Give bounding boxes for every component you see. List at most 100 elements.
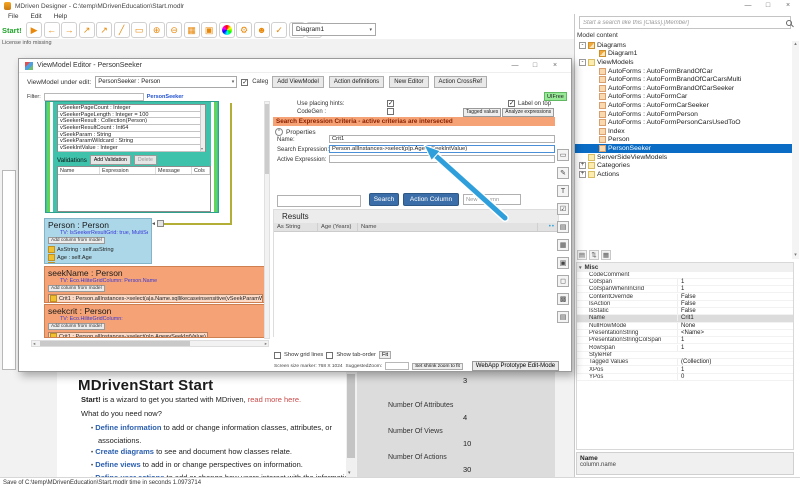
close-icon[interactable] bbox=[549, 61, 561, 71]
tree-item[interactable]: Index bbox=[575, 127, 793, 136]
tree-expander-icon[interactable]: + bbox=[579, 171, 586, 178]
property-row[interactable]: PresentationString <Name> bbox=[577, 330, 793, 337]
property-row[interactable]: IsAction False bbox=[577, 301, 793, 308]
tree-item[interactable]: AutoForms : AutoFormPersonCarsUsedToO bbox=[575, 118, 793, 127]
toolbar-button[interactable]: ☻ bbox=[254, 22, 270, 38]
tree-item[interactable]: + Categories bbox=[575, 161, 793, 170]
tab-order-checkbox[interactable] bbox=[326, 352, 333, 359]
start-page-scrollbar[interactable]: ▾ bbox=[346, 372, 356, 477]
category-collapse-icon[interactable] bbox=[579, 264, 582, 271]
minimize-icon[interactable] bbox=[742, 1, 754, 11]
property-row[interactable]: Name Crit1 bbox=[577, 315, 793, 322]
action-column-button[interactable]: Action Column bbox=[403, 193, 459, 206]
property-row[interactable]: PresentationStringColSpan 1 bbox=[577, 337, 793, 344]
datagrid-icon[interactable]: ▦ bbox=[557, 239, 569, 251]
toolbar-button[interactable]: ╱ bbox=[114, 22, 130, 38]
toolbar-button[interactable]: ▭ bbox=[131, 22, 147, 38]
variable-row[interactable]: vSeekerResult : Collection(Person) bbox=[58, 118, 205, 125]
image-icon[interactable]: ▣ bbox=[557, 257, 569, 269]
scrollbar-thumb[interactable] bbox=[347, 374, 355, 458]
maximize-icon[interactable] bbox=[529, 61, 541, 71]
validations-column-header[interactable]: Expression bbox=[100, 167, 156, 174]
viewmodel-block[interactable]: seekName : Person TV: Eco.HiliteGridColu… bbox=[44, 266, 267, 303]
tree-item[interactable]: Person bbox=[575, 136, 793, 145]
tree-item[interactable]: + Actions bbox=[575, 170, 793, 179]
close-icon[interactable] bbox=[782, 1, 794, 11]
validations-column-header[interactable]: Message bbox=[156, 167, 192, 174]
tree-item[interactable]: AutoForms : AutoFormBrandOfCarSeeker bbox=[575, 84, 793, 93]
property-row[interactable]: IsStatic False bbox=[577, 308, 793, 315]
block-item[interactable]: Crit1 : Person.allInstances->select(p|p.… bbox=[48, 332, 208, 338]
variable-row[interactable]: vSeekParamWildcard : String bbox=[58, 138, 205, 145]
property-row[interactable]: ContentOverride False bbox=[577, 293, 793, 300]
tree-item[interactable]: ServerSideViewModels bbox=[575, 153, 793, 162]
validations-column-header[interactable]: Cols bbox=[192, 167, 210, 174]
results-grid[interactable] bbox=[274, 232, 560, 338]
variable-list-scrollbar[interactable] bbox=[200, 105, 205, 151]
read-more-link[interactable]: read more here. bbox=[248, 395, 301, 404]
print-icon[interactable]: ▤ bbox=[557, 311, 569, 323]
scrollbar-thumb[interactable] bbox=[265, 104, 269, 174]
diagram-select[interactable]: Diagram1 bbox=[292, 23, 376, 36]
variable-row[interactable]: vSeekerResultCount : Int64 bbox=[58, 125, 205, 132]
tree-item[interactable]: AutoForms : AutoFormBrandOfCar bbox=[575, 67, 793, 76]
codegen-checkbox[interactable] bbox=[387, 108, 394, 115]
toolbar-button[interactable]: ⊕ bbox=[149, 22, 165, 38]
maximize-icon[interactable] bbox=[762, 1, 774, 11]
property-row[interactable]: StyleRef bbox=[577, 352, 793, 359]
block-item[interactable]: Crit1 : Person.allInstances->select(a|a.… bbox=[48, 294, 263, 303]
scroll-up-icon[interactable] bbox=[792, 41, 799, 48]
collapse-icon[interactable] bbox=[275, 128, 283, 136]
toolbar-button[interactable] bbox=[219, 22, 235, 38]
tree-item[interactable]: AutoForms : AutoFormCar bbox=[575, 93, 793, 102]
block-item[interactable]: Name : self.Name bbox=[48, 262, 148, 264]
edit-icon[interactable]: ✎ bbox=[557, 167, 569, 179]
bullet-link[interactable]: Define information bbox=[95, 423, 161, 432]
tree-expander-icon[interactable]: - bbox=[579, 59, 586, 66]
editor-header-button[interactable]: Action definitions bbox=[329, 76, 384, 88]
categ-checkbox[interactable]: ✓ bbox=[241, 79, 248, 86]
property-value[interactable]: 1 bbox=[677, 286, 793, 292]
tree-item[interactable]: AutoForms : AutoFormPerson bbox=[575, 110, 793, 119]
editor-header-button[interactable]: Add ViewModel bbox=[272, 76, 324, 88]
search-button[interactable]: Search bbox=[369, 193, 399, 206]
label-on-top-checkbox[interactable]: ✓ bbox=[508, 100, 515, 107]
toolbar-button[interactable]: → bbox=[61, 22, 77, 38]
toolbar-button[interactable]: ▦ bbox=[184, 22, 200, 38]
shrink-zoom-button[interactable]: Set shrink zoom to fit bbox=[412, 363, 463, 370]
search-expression-input[interactable] bbox=[329, 145, 555, 153]
toolbar-button[interactable]: ⊖ bbox=[166, 22, 182, 38]
categorized-icon[interactable]: ▤ bbox=[577, 250, 587, 260]
variable-row[interactable]: vSeekerPageCount : Integer bbox=[58, 105, 205, 112]
checkbox-icon[interactable]: ☑ bbox=[557, 203, 569, 215]
toolbar-button[interactable]: ↗ bbox=[79, 22, 95, 38]
editor-header-button[interactable]: Action CrossRef bbox=[434, 76, 487, 88]
bullet-link[interactable]: Define views bbox=[95, 460, 140, 469]
suggested-zoom-input[interactable] bbox=[385, 362, 409, 370]
toolbar-button[interactable]: ↗ bbox=[96, 22, 112, 38]
toolbar-button[interactable]: ✓ bbox=[271, 22, 287, 38]
filter-input[interactable] bbox=[44, 93, 144, 101]
editor-titlebar[interactable]: ViewModel Editor - PersonSeeker bbox=[19, 59, 571, 73]
validations-column-header[interactable]: Name bbox=[58, 167, 100, 174]
property-value[interactable]: 1 bbox=[677, 337, 793, 343]
editor-header-button[interactable]: New Editor bbox=[389, 76, 428, 88]
add-column-button[interactable]: Add column from model bbox=[48, 323, 105, 330]
property-value[interactable]: 1 bbox=[677, 367, 793, 373]
viewmodel-link[interactable]: PersonSeeker bbox=[147, 94, 184, 100]
combobox-icon[interactable]: ▤ bbox=[557, 221, 569, 233]
tree-expander-icon[interactable]: - bbox=[579, 42, 586, 49]
placing-hints-checkbox[interactable]: ✓ bbox=[387, 100, 394, 107]
toolbar-button[interactable]: ⚙ bbox=[236, 22, 252, 38]
tree-item[interactable]: - Diagrams bbox=[575, 41, 793, 50]
property-row[interactable]: XPos 1 bbox=[577, 366, 793, 373]
property-category[interactable]: Misc bbox=[577, 263, 793, 272]
column-options-icon[interactable]: •• bbox=[549, 224, 555, 230]
start-wizard-button[interactable]: Start! bbox=[2, 26, 22, 35]
property-row[interactable]: YPos 0 bbox=[577, 374, 793, 381]
tree-item[interactable]: Diagram1 bbox=[575, 50, 793, 59]
picture-icon[interactable]: ▩ bbox=[557, 293, 569, 305]
variable-row[interactable]: vSeekParam : String bbox=[58, 132, 205, 139]
property-row[interactable]: NullRowMode None bbox=[577, 323, 793, 330]
properties-expander[interactable]: Properties bbox=[275, 128, 316, 136]
